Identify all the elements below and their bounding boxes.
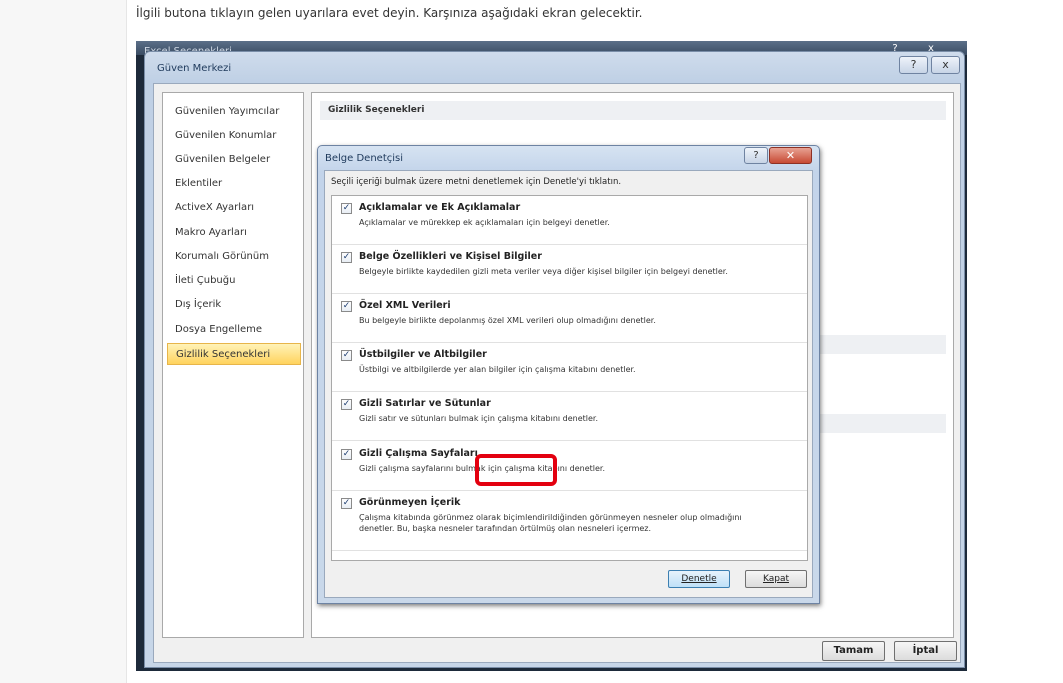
checkbox[interactable]: ✓ [341,399,352,410]
left-gutter [0,0,127,683]
list-item: ✓ Üstbilgiler ve Altbilgiler Üstbilgi ve… [332,343,807,392]
list-item: ✓ Gizli Çalışma Sayfaları Gizli çalışma … [332,442,807,491]
item-title: Özel XML Verileri [359,300,451,311]
help-button[interactable]: ? [899,56,928,74]
article-caption: İlgili butona tıklayın gelen uyarılara e… [136,6,643,20]
nav-item-external-content[interactable]: Dış İçerik [167,294,301,316]
document-inspector-dialog: Belge Denetçisi ? ✕ Seçili içeriği bulma… [317,145,820,604]
item-description: Çalışma kitabında görünmez olarak biçiml… [359,513,742,533]
help-icon[interactable]: ? [744,147,768,164]
screenshot-image: Excel Seçenekleri ? x Güven Merkezi ? x … [136,41,967,671]
item-description: Gizli satır ve sütunları bulmak için çal… [359,414,599,423]
item-title: Belge Özellikleri ve Kişisel Bilgiler [359,251,542,262]
item-title: Gizli Çalışma Sayfaları [359,448,478,459]
item-description: Gizli çalışma sayfalarını bulmak için ça… [359,464,606,473]
close-dialog-button[interactable]: Kapat [745,570,807,588]
item-description: Bu belgeyle birlikte depolanmış özel XML… [359,316,656,325]
list-item: ✓ Özel XML Verileri Bu belgeyle birlikte… [332,294,807,343]
nav-item-trusted-documents[interactable]: Güvenilen Belgeler [167,149,301,171]
checkbox[interactable]: ✓ [341,498,352,509]
nav-item-trusted-locations[interactable]: Güvenilen Konumlar [167,125,301,147]
list-item: ✓ Belge Özellikleri ve Kişisel Bilgiler … [332,245,807,294]
nav-item-activex-settings[interactable]: ActiveX Ayarları [167,197,301,219]
trust-center-title: Güven Merkezi [157,63,232,74]
checkbox[interactable]: ✓ [341,350,352,361]
checkbox[interactable]: ✓ [341,252,352,263]
nav-item-macro-settings[interactable]: Makro Ayarları [167,222,301,244]
item-title: Gizli Satırlar ve Sütunlar [359,398,491,409]
cancel-button[interactable]: İptal [894,641,957,661]
nav-item-privacy-options[interactable]: Gizlilik Seçenekleri [167,343,301,365]
checkbox[interactable]: ✓ [341,301,352,312]
nav-item-file-block-settings[interactable]: Dosya Engelleme Ayarları [167,319,301,357]
nav-item-trusted-publishers[interactable]: Güvenilen Yayımcılar [167,101,301,123]
ok-button[interactable]: Tamam [822,641,885,661]
checkbox[interactable]: ✓ [341,449,352,460]
list-item: ✓ Gizli Satırlar ve Sütunlar Gizli satır… [332,392,807,441]
item-description: Belgeyle birlikte kaydedilen gizli meta … [359,267,728,276]
nav-item-protected-view[interactable]: Korumalı Görünüm [167,246,301,268]
close-button[interactable]: x [931,56,960,74]
inspect-options-list: ✓ Açıklamalar ve Ek Açıklamalar Açıklama… [331,195,808,561]
item-title: Açıklamalar ve Ek Açıklamalar [359,202,521,213]
item-title: Görünmeyen İçerik [359,497,461,508]
nav-item-add-ins[interactable]: Eklentiler [167,173,301,195]
document-inspector-title: Belge Denetçisi [325,153,403,164]
list-item: ✓ Görünmeyen İçerik Çalışma kitabında gö… [332,491,807,551]
instruction-text: Seçili içeriği bulmak üzere metni denetl… [331,177,622,187]
trust-center-window: Güven Merkezi ? x Güvenilen Yayımcılar G… [144,51,965,668]
close-icon[interactable]: ✕ [769,147,812,164]
checkbox[interactable]: ✓ [341,203,352,214]
item-description: Üstbilgi ve altbilgilerde yer alan bilgi… [359,365,636,374]
highlight-box [475,454,557,486]
trust-center-nav: Güvenilen Yayımcılar Güvenilen Konumlar … [162,92,304,638]
section-header: Gizlilik Seçenekleri [320,101,946,120]
list-item: ✓ Açıklamalar ve Ek Açıklamalar Açıklama… [332,196,807,245]
item-title: Üstbilgiler ve Altbilgiler [359,349,487,360]
item-description: Açıklamalar ve mürekkep ek açıklamaları … [359,218,610,227]
nav-item-message-bar[interactable]: İleti Çubuğu [167,270,301,292]
inspect-button[interactable]: Denetle [668,570,730,588]
document-inspector-body: Seçili içeriği bulmak üzere metni denetl… [324,170,813,598]
